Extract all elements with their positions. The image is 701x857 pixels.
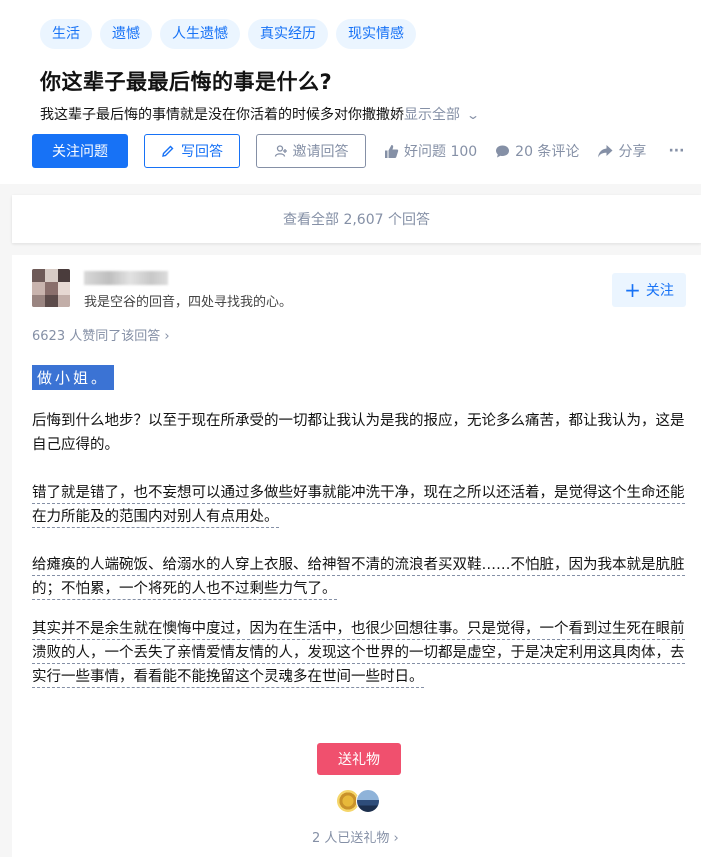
answer-paragraph: 其实并不是余生就在懊悔中度过，因为在生活中，也很少回想往事。只是觉得，一个看到过… — [32, 617, 692, 689]
topic-tag[interactable]: 遗憾 — [100, 19, 152, 49]
author-name-blurred[interactable] — [84, 271, 168, 285]
answer-paragraph: 错了就是错了，也不妄想可以通过多做些好事就能冲洗干净，现在之所以还活着，是觉得这… — [32, 481, 692, 529]
gift-count-text: 2 人已送礼物 — [312, 831, 390, 846]
view-all-answers-button[interactable]: 查看全部 2,607 个回答 — [12, 195, 701, 243]
follow-question-button[interactable]: 关注问题 — [32, 134, 128, 168]
topic-tag[interactable]: 真实经历 — [248, 19, 328, 49]
topic-tag[interactable]: 现实情感 — [336, 19, 416, 49]
share-button[interactable]: 分享 — [597, 141, 646, 161]
comment-icon — [496, 145, 510, 157]
avatar[interactable] — [356, 789, 380, 813]
good-question-button[interactable]: 好问题 100 — [384, 141, 477, 161]
share-label: 分享 — [618, 144, 647, 160]
underlined-text: 给瘫痪的人端碗饭、给溺水的人穿上衣服、给神智不清的流浪者买双鞋……不怕脏，因为我… — [32, 557, 685, 600]
write-answer-label: 写回答 — [181, 144, 223, 160]
highlighted-text: 做小姐。 — [32, 365, 115, 390]
topic-tag[interactable]: 生活 — [40, 19, 92, 49]
question-description-text: 我这辈子最后悔的事情就是没在你活着的时候多对你撒撒娇 — [40, 107, 404, 123]
comments-label: 20 条评论 — [515, 144, 580, 160]
chevron-right-icon: › — [393, 831, 399, 846]
question-title: 你这辈子最最后悔的事是什么? — [40, 70, 333, 94]
more-options-button[interactable]: ··· — [668, 143, 684, 159]
follow-author-button[interactable]: + 关注 — [612, 273, 686, 307]
show-all-link[interactable]: 显示全部 — [404, 107, 460, 123]
question-description: 我这辈子最后悔的事情就是没在你活着的时候多对你撒撒娇显示全部 ⌄ — [40, 104, 480, 124]
add-user-icon — [274, 145, 287, 157]
answer-paragraph: 给瘫痪的人端碗饭、给溺水的人穿上衣服、给神智不清的流浪者买双鞋……不怕脏，因为我… — [32, 553, 692, 601]
question-header: 生活 遗憾 人生遗憾 真实经历 现实情感 你这辈子最最后悔的事是什么? 我这辈子… — [0, 0, 701, 184]
gift-count-link[interactable]: 2 人已送礼物 › — [312, 827, 399, 846]
send-gift-button[interactable]: 送礼物 — [317, 743, 401, 775]
plus-icon: + — [624, 278, 641, 302]
vote-count-text: 6623 人赞同了该回答 — [32, 329, 161, 344]
author-bio: 我是空谷的回音，四处寻找我的心。 — [84, 295, 293, 310]
chevron-down-icon[interactable]: ⌄ — [466, 108, 480, 122]
thumbs-up-icon — [385, 144, 399, 158]
gift-givers — [336, 789, 380, 813]
topic-tags: 生活 遗憾 人生遗憾 真实经历 现实情感 — [40, 19, 416, 49]
underlined-text: 错了就是错了，也不妄想可以通过多做些好事就能冲洗干净，现在之所以还活着，是觉得这… — [32, 485, 685, 528]
answer-card: 我是空谷的回音，四处寻找我的心。 + 关注 6623 人赞同了该回答 › 做小姐… — [12, 255, 701, 857]
share-icon — [598, 144, 613, 157]
invite-answer-label: 邀请回答 — [292, 144, 349, 160]
question-actions: 关注问题 写回答 邀请回答 好问题 100 20 条评论 分享 ··· — [32, 134, 684, 168]
avatar[interactable] — [32, 269, 70, 307]
chevron-right-icon: › — [164, 329, 170, 344]
good-question-label: 好问题 100 — [404, 144, 478, 160]
topic-tag[interactable]: 人生遗憾 — [160, 19, 240, 49]
invite-answer-button[interactable]: 邀请回答 — [256, 134, 366, 168]
write-answer-button[interactable]: 写回答 — [144, 134, 240, 168]
comments-button[interactable]: 20 条评论 — [495, 141, 579, 161]
follow-author-label: 关注 — [645, 283, 674, 299]
underlined-text: 其实并不是余生就在懊悔中度过，因为在生活中，也很少回想往事。只是觉得，一个看到过… — [32, 621, 685, 688]
answer-paragraph: 后悔到什么地步？以至于现在所承受的一切都让我认为是我的报应，无论多么痛苦，都让我… — [32, 413, 685, 453]
pencil-icon — [162, 145, 174, 157]
vote-summary[interactable]: 6623 人赞同了该回答 › — [32, 325, 170, 344]
